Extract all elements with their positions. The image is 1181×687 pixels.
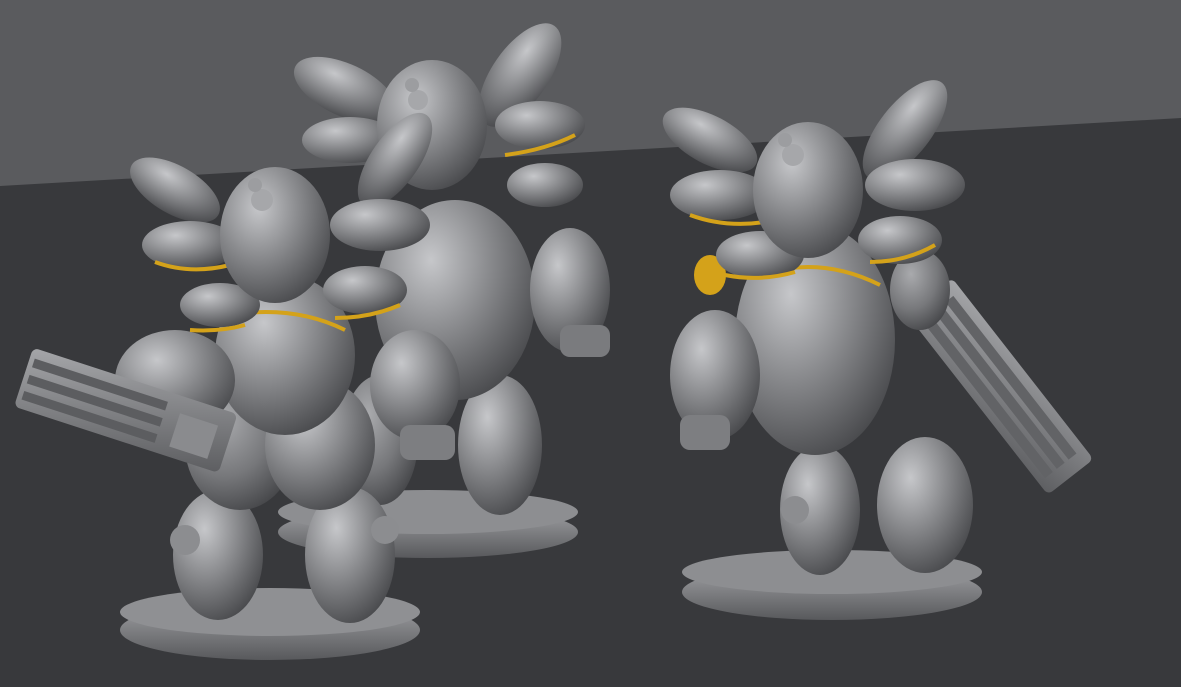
head bbox=[220, 167, 330, 303]
render-scene bbox=[0, 0, 1181, 687]
3d-render-viewport bbox=[0, 0, 1181, 687]
leg bbox=[877, 437, 973, 573]
head bbox=[753, 122, 863, 258]
arm bbox=[370, 330, 460, 440]
leg bbox=[173, 490, 263, 620]
